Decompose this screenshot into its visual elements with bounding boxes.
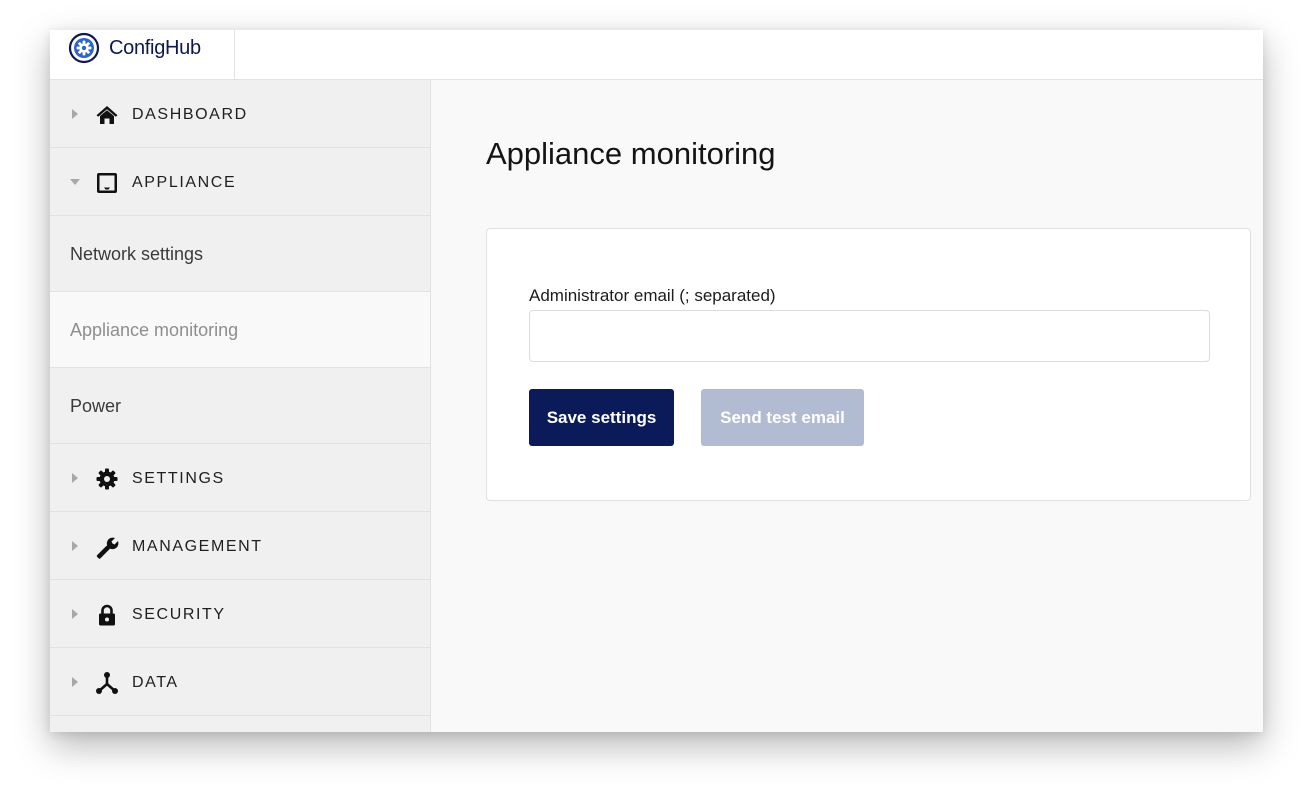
caret-right-icon — [72, 473, 78, 483]
caret-right-icon — [72, 541, 78, 551]
sidebar-section-label: APPLIANCE — [132, 174, 237, 191]
caret-right-icon — [72, 109, 78, 119]
sidebar-section-label: DATA — [132, 674, 179, 691]
wrench-icon — [96, 537, 119, 559]
home-icon — [96, 106, 118, 124]
top-bar: ConfigHub — [50, 30, 1263, 80]
brand-name-suffix: Hub — [165, 37, 201, 59]
sidebar-item-network-settings[interactable]: Network settings — [50, 216, 430, 292]
sidebar-item-label: Appliance monitoring — [70, 320, 239, 340]
sidebar-section-label: SETTINGS — [132, 470, 225, 487]
caret-right-icon — [72, 609, 78, 619]
caret-right-icon — [72, 677, 78, 687]
sidebar-section-settings[interactable]: SETTINGS — [50, 444, 430, 512]
network-icon — [96, 672, 118, 694]
brand-name: ConfigHub — [109, 37, 201, 60]
monitoring-settings-card: Administrator email (; separated) Save s… — [486, 228, 1251, 501]
email-field-label: Administrator email (; separated) — [529, 286, 776, 305]
caret-down-icon — [70, 179, 80, 185]
main-content: Appliance monitoring Administrator email… — [431, 80, 1263, 732]
app-window: ConfigHub DASHBOARD APPLIANCE Network se… — [50, 30, 1263, 732]
gear-icon — [96, 468, 118, 490]
email-field[interactable] — [529, 310, 1210, 362]
page-title: Appliance monitoring — [486, 136, 776, 171]
sidebar: DASHBOARD APPLIANCE Network settings App… — [50, 80, 431, 732]
send-test-email-button[interactable]: Send test email — [701, 389, 864, 446]
sidebar-section-management[interactable]: MANAGEMENT — [50, 512, 430, 580]
sidebar-section-security[interactable]: SECURITY — [50, 580, 430, 648]
sidebar-section-data[interactable]: DATA — [50, 648, 430, 716]
brand-name-prefix: Config — [109, 37, 166, 59]
sidebar-section-label: DASHBOARD — [132, 106, 248, 123]
sidebar-section-appliance[interactable]: APPLIANCE — [50, 148, 430, 216]
sidebar-item-power[interactable]: Power — [50, 368, 430, 444]
inbox-icon — [97, 173, 117, 193]
sidebar-item-appliance-monitoring[interactable]: Appliance monitoring — [50, 292, 430, 368]
brand[interactable]: ConfigHub — [50, 30, 235, 80]
sidebar-section-label: MANAGEMENT — [132, 538, 263, 555]
sidebar-section-label: SECURITY — [132, 606, 226, 623]
save-settings-button[interactable]: Save settings — [529, 389, 674, 446]
sidebar-item-label: Network settings — [70, 244, 204, 264]
gear-logo-icon — [68, 32, 100, 64]
sidebar-section-dashboard[interactable]: DASHBOARD — [50, 80, 430, 148]
lock-icon — [99, 604, 115, 626]
sidebar-item-label: Power — [70, 396, 122, 416]
